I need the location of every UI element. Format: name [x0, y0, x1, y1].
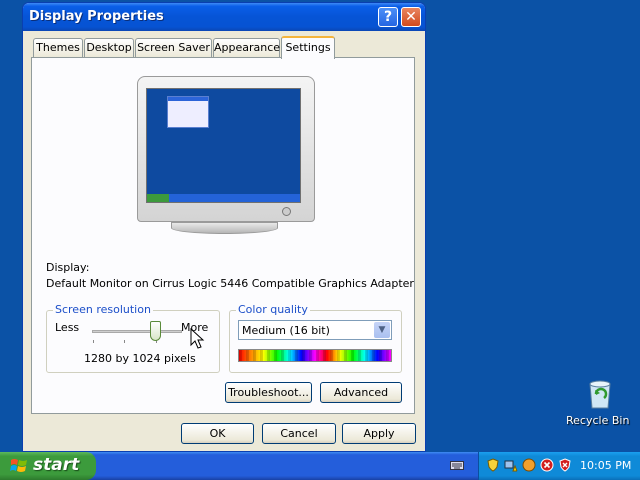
- display-adapter-text: Default Monitor on Cirrus Logic 5446 Com…: [46, 277, 414, 290]
- slider-tick: [93, 340, 94, 343]
- recycle-bin-icon[interactable]: [586, 378, 614, 410]
- windows-logo-icon: [10, 459, 27, 472]
- title-bar[interactable]: Display Properties ? ✕: [23, 3, 425, 31]
- help-button[interactable]: ?: [378, 7, 398, 27]
- ok-button[interactable]: OK: [181, 423, 254, 444]
- resolution-slider-track[interactable]: [92, 330, 182, 333]
- monitor-stand: [171, 222, 278, 234]
- color-spectrum-bar: [238, 349, 392, 362]
- resolution-slider-thumb[interactable]: [150, 321, 161, 341]
- monitor-power-icon: [282, 207, 291, 216]
- mini-taskbar: [147, 194, 300, 202]
- screen-resolution-legend: Screen resolution: [53, 303, 153, 316]
- close-button[interactable]: ✕: [401, 7, 421, 27]
- monitor-screen: [146, 88, 301, 203]
- mouse-cursor-icon: [190, 328, 205, 349]
- color-quality-legend: Color quality: [236, 303, 310, 316]
- tab-desktop[interactable]: Desktop: [84, 38, 134, 57]
- security-shield-icon[interactable]: [486, 458, 500, 472]
- recycle-bin-label: Recycle Bin: [566, 414, 630, 427]
- tab-settings[interactable]: Settings: [281, 36, 335, 59]
- resolution-value: 1280 by 1024 pixels: [84, 352, 196, 365]
- updates-icon[interactable]: [522, 458, 536, 472]
- display-label: Display:: [46, 261, 90, 274]
- color-quality-select[interactable]: Medium (16 bit) ▼: [238, 320, 392, 340]
- mini-window-preview: [167, 96, 209, 128]
- network-warning-icon[interactable]: [504, 458, 518, 472]
- less-label: Less: [55, 321, 80, 334]
- security-alert-icon[interactable]: [558, 458, 572, 472]
- tab-appearance[interactable]: Appearance: [213, 38, 280, 57]
- mini-start-button: [147, 194, 169, 202]
- cancel-button[interactable]: Cancel: [262, 423, 336, 444]
- tab-themes[interactable]: Themes: [33, 38, 83, 57]
- advanced-button[interactable]: Advanced: [320, 382, 402, 403]
- keyboard-icon[interactable]: [450, 459, 464, 471]
- clock[interactable]: 10:05 PM: [580, 459, 631, 472]
- color-quality-value: Medium (16 bit): [242, 324, 330, 337]
- apply-button[interactable]: Apply: [342, 423, 416, 444]
- slider-tick: [124, 340, 125, 343]
- start-label: start: [33, 455, 80, 475]
- error-icon[interactable]: [540, 458, 554, 472]
- tab-screen-saver[interactable]: Screen Saver: [135, 38, 212, 57]
- chevron-down-icon[interactable]: ▼: [374, 322, 390, 338]
- troubleshoot-button[interactable]: Troubleshoot...: [225, 382, 312, 403]
- window-title: Display Properties: [29, 9, 164, 24]
